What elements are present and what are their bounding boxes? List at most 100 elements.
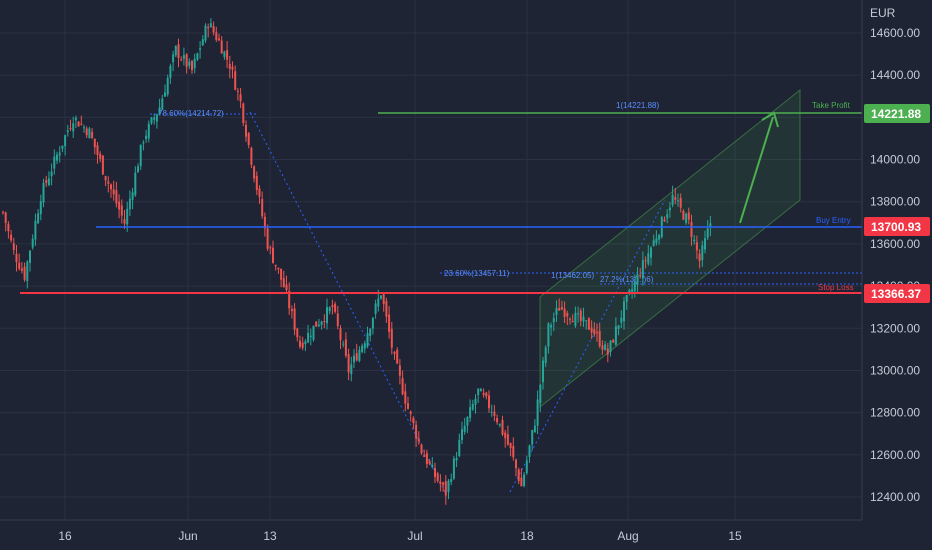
candle-body [296, 328, 299, 338]
x-tick-label: Aug [617, 529, 638, 543]
candle-body [463, 425, 466, 432]
candle-body [320, 321, 323, 325]
candle-body [625, 295, 628, 302]
candle-body [388, 314, 391, 332]
candle-body [531, 429, 534, 445]
candle-body [293, 308, 296, 330]
candle-body [258, 188, 261, 197]
candle-body [609, 340, 612, 353]
candle-body [255, 175, 258, 191]
candle-body [512, 446, 515, 458]
time-axis[interactable] [0, 520, 932, 550]
candle-body [452, 458, 455, 479]
candle-body [209, 23, 212, 28]
candle-body [369, 328, 372, 336]
candle-body [631, 289, 634, 293]
candle-body [442, 482, 445, 485]
candle-body [482, 393, 485, 395]
y-tick-label: 14600.00 [870, 26, 920, 40]
candle-body [247, 132, 250, 145]
candle-body [15, 253, 18, 263]
candle-body [550, 324, 553, 328]
candle-body [488, 395, 490, 409]
candle-body [434, 468, 436, 477]
candle-body [191, 61, 193, 71]
candle-body [344, 339, 347, 356]
price-chart[interactable]: Take Profit Buy Entry Stop Loss 78.60%(1… [0, 0, 932, 550]
candle-body [172, 54, 175, 63]
x-tick-label: Jun [178, 529, 197, 543]
y-tick-label: 12600.00 [870, 448, 920, 462]
candle-body [104, 176, 107, 181]
candle-body [315, 321, 318, 327]
candle-body [679, 198, 682, 208]
y-tick-label: 14400.00 [870, 68, 920, 82]
candle-body [523, 474, 526, 486]
take-profit-label: Take Profit [812, 101, 851, 110]
candle-body [123, 219, 126, 224]
candle-body [280, 268, 283, 280]
candle-body [137, 166, 139, 173]
candle-body [431, 464, 434, 468]
candle-body [458, 440, 461, 456]
candle-body [266, 228, 269, 249]
candle-body [188, 61, 191, 66]
candle-body [393, 351, 396, 354]
candle-body [83, 127, 85, 129]
candle-body [647, 253, 650, 264]
candle-body [196, 53, 199, 60]
candle-body [404, 391, 407, 404]
candle-body [390, 328, 393, 348]
candle-body [304, 341, 307, 345]
candle-body [312, 325, 315, 340]
candle-body [88, 128, 91, 139]
candle-body [236, 90, 239, 92]
candle-body [412, 418, 415, 424]
candle-body [542, 360, 544, 383]
candle-body [366, 333, 369, 347]
candle-body [655, 238, 658, 243]
candle-body [126, 208, 129, 225]
candle-body [193, 58, 196, 69]
candle-body [706, 228, 709, 238]
candle-body [107, 181, 110, 184]
candle-body [301, 342, 304, 348]
stop-loss-label: Stop Loss [818, 283, 854, 292]
candle-body [685, 213, 688, 223]
candle-body [533, 425, 536, 433]
candle-body [142, 142, 145, 144]
candle-body [601, 345, 604, 350]
candle-body [45, 180, 48, 183]
candle-body [218, 38, 220, 41]
candle-body [450, 479, 453, 483]
candle-body [131, 192, 134, 200]
candle-body [517, 469, 520, 481]
candle-body [250, 147, 253, 165]
candle-body [253, 166, 256, 179]
candle-body [10, 234, 13, 241]
candle-body [223, 51, 226, 57]
candle-body [328, 307, 331, 312]
candle-body [350, 364, 353, 375]
candle-body [39, 201, 42, 215]
x-tick-label: 15 [728, 529, 742, 543]
fib-786-label: 78.60%(14214.72) [158, 109, 224, 118]
candle-body [574, 312, 577, 326]
candle-body [363, 343, 366, 349]
candle-body [477, 388, 480, 396]
candle-body [590, 327, 593, 333]
candle-body [23, 266, 26, 280]
candle-body [185, 54, 188, 67]
y-tick-label: 12800.00 [870, 406, 920, 420]
candle-body [96, 145, 99, 155]
candle-body [282, 278, 285, 287]
candle-body [47, 178, 50, 186]
candle-body [420, 444, 423, 454]
candle-body [528, 445, 531, 457]
candle-body [469, 407, 472, 418]
candle-body [415, 424, 418, 439]
candle-body [42, 182, 45, 203]
x-tick-label: 16 [58, 529, 72, 543]
candle-body [29, 250, 31, 263]
candle-body [174, 46, 177, 56]
